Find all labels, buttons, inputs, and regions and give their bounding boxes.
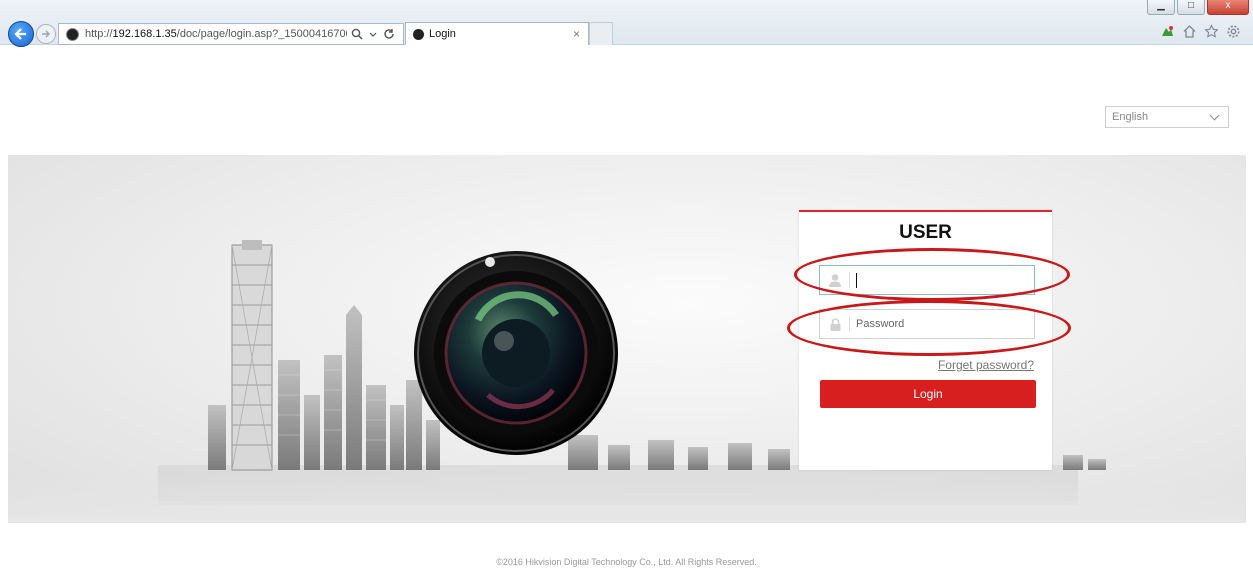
url-text[interactable]: http://192.168.1.35/doc/page/login.asp?_… [85,28,347,40]
forward-button[interactable] [36,24,56,44]
annotation-ellipse-username [794,248,1070,301]
chevron-down-icon [1209,110,1220,120]
new-tab-button[interactable] [589,22,613,45]
arrow-right-icon [42,30,51,38]
copyright-footer: ©2016 Hikvision Digital Technology Co., … [496,557,757,567]
url-prefix: http:// [85,28,113,40]
address-actions [351,28,395,40]
site-favicon-icon [66,27,79,41]
lattice-tower [231,240,273,471]
camera-lens [414,251,618,455]
window-controls: ▁ □ x [1147,0,1249,16]
tab-title: Login [429,28,456,40]
tab-favicon-icon [413,28,424,40]
back-button[interactable] [8,21,34,47]
annotation-ellipse-password [787,300,1071,356]
plugin-icon[interactable] [1160,24,1175,39]
city-lens-illustration [8,240,1246,523]
login-title: USER [899,222,952,243]
hero-banner [8,155,1246,523]
language-value: English [1112,111,1149,123]
browser-chrome: ▁ □ x http://192.168.1.35/doc/page/login… [0,0,1253,47]
home-icon[interactable] [1182,24,1197,39]
login-button[interactable]: Login [820,380,1036,408]
forgot-password-link[interactable]: Forget password? [938,358,1034,372]
settings-gear-icon[interactable] [1226,24,1241,39]
favorites-star-icon[interactable] [1204,24,1219,39]
url-path: /doc/page/login.asp?_15000416700! [176,28,347,40]
minimize-button[interactable]: ▁ [1147,0,1175,15]
browser-toolbar-icons [1160,24,1241,39]
search-icon[interactable] [351,28,363,40]
arrow-left-icon [14,28,26,40]
maximize-button[interactable]: □ [1177,0,1205,15]
close-window-button[interactable]: x [1207,0,1249,15]
tab-login[interactable]: Login × [405,22,589,45]
language-select[interactable]: English [1105,106,1229,128]
tab-close-button[interactable]: × [573,27,580,41]
url-host: 192.168.1.35 [112,28,177,40]
refresh-icon[interactable] [383,28,395,40]
address-bar[interactable]: http://192.168.1.35/doc/page/login.asp?_… [58,23,404,45]
dropdown-arrow-icon[interactable] [369,28,377,40]
